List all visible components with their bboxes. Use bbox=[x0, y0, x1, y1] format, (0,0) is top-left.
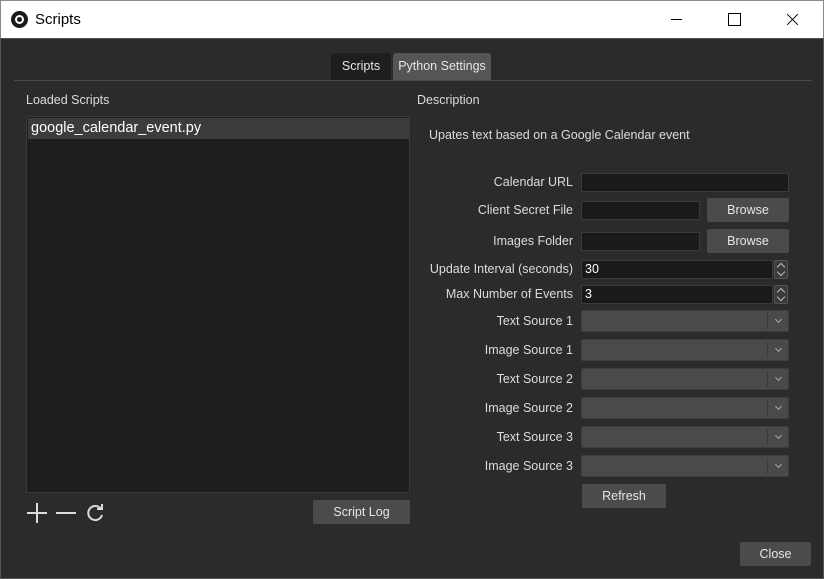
combo-divider bbox=[767, 400, 768, 416]
refresh-button[interactable]: Refresh bbox=[582, 484, 666, 508]
reload-script-icon[interactable] bbox=[84, 502, 106, 524]
image-source-2-label: Image Source 2 bbox=[484, 401, 573, 415]
combo-divider bbox=[767, 458, 768, 474]
text-source-1-label: Text Source 1 bbox=[496, 314, 573, 328]
chevron-down-icon bbox=[774, 460, 783, 469]
images-folder-field[interactable] bbox=[581, 232, 700, 251]
browse-client-secret-button[interactable]: Browse bbox=[707, 198, 789, 222]
chevron-down-icon bbox=[774, 402, 783, 411]
add-script-icon[interactable] bbox=[26, 502, 48, 524]
text-source-3-select[interactable] bbox=[581, 426, 789, 448]
text-source-2-label: Text Source 2 bbox=[496, 372, 573, 386]
obs-app-icon bbox=[11, 11, 28, 28]
update-interval-field[interactable]: 30 bbox=[581, 260, 773, 279]
text-source-2-select[interactable] bbox=[581, 368, 789, 390]
images-folder-label: Images Folder bbox=[493, 234, 573, 248]
client-secret-file-label: Client Secret File bbox=[477, 203, 573, 217]
image-source-1-label: Image Source 1 bbox=[484, 343, 573, 357]
description-heading: Description bbox=[417, 93, 480, 107]
calendar-url-field[interactable] bbox=[581, 173, 789, 192]
list-item[interactable]: google_calendar_event.py bbox=[28, 118, 409, 139]
max-events-label: Max Number of Events bbox=[445, 287, 573, 301]
description-text: Upates text based on a Google Calendar e… bbox=[429, 128, 690, 142]
browse-images-folder-button[interactable]: Browse bbox=[707, 229, 789, 253]
update-interval-label: Update Interval (seconds) bbox=[429, 262, 573, 276]
tab-python-settings[interactable]: Python Settings bbox=[393, 53, 491, 80]
combo-divider bbox=[767, 342, 768, 358]
loaded-scripts-heading: Loaded Scripts bbox=[26, 93, 110, 107]
title-bar: Scripts bbox=[0, 0, 824, 38]
text-source-1-select[interactable] bbox=[581, 310, 789, 332]
chevron-down-icon bbox=[774, 344, 783, 353]
update-interval-spinner[interactable] bbox=[774, 260, 788, 279]
remove-script-icon[interactable] bbox=[55, 502, 77, 524]
close-button[interactable]: Close bbox=[740, 542, 811, 566]
image-source-2-select[interactable] bbox=[581, 397, 789, 419]
window-title: Scripts bbox=[35, 11, 81, 28]
image-source-3-select[interactable] bbox=[581, 455, 789, 477]
image-source-3-label: Image Source 3 bbox=[484, 459, 573, 473]
minimize-icon[interactable] bbox=[653, 1, 699, 38]
maximize-icon[interactable] bbox=[711, 1, 757, 38]
scripts-dialog: Scripts Python Settings Loaded Scripts g… bbox=[0, 38, 824, 579]
tab-divider bbox=[14, 80, 812, 81]
chevron-down-icon bbox=[774, 315, 783, 324]
script-log-button[interactable]: Script Log bbox=[313, 500, 410, 524]
client-secret-file-field[interactable] bbox=[581, 201, 700, 220]
close-window-icon[interactable] bbox=[769, 1, 815, 38]
loaded-scripts-list[interactable]: google_calendar_event.py bbox=[26, 116, 410, 493]
tab-scripts[interactable]: Scripts bbox=[331, 53, 391, 80]
calendar-url-label: Calendar URL bbox=[493, 175, 573, 189]
chevron-down-icon bbox=[774, 431, 783, 440]
combo-divider bbox=[767, 313, 768, 329]
image-source-1-select[interactable] bbox=[581, 339, 789, 361]
max-events-spinner[interactable] bbox=[774, 285, 788, 304]
chevron-down-icon bbox=[774, 373, 783, 382]
combo-divider bbox=[767, 429, 768, 445]
combo-divider bbox=[767, 371, 768, 387]
max-events-field[interactable]: 3 bbox=[581, 285, 773, 304]
text-source-3-label: Text Source 3 bbox=[496, 430, 573, 444]
